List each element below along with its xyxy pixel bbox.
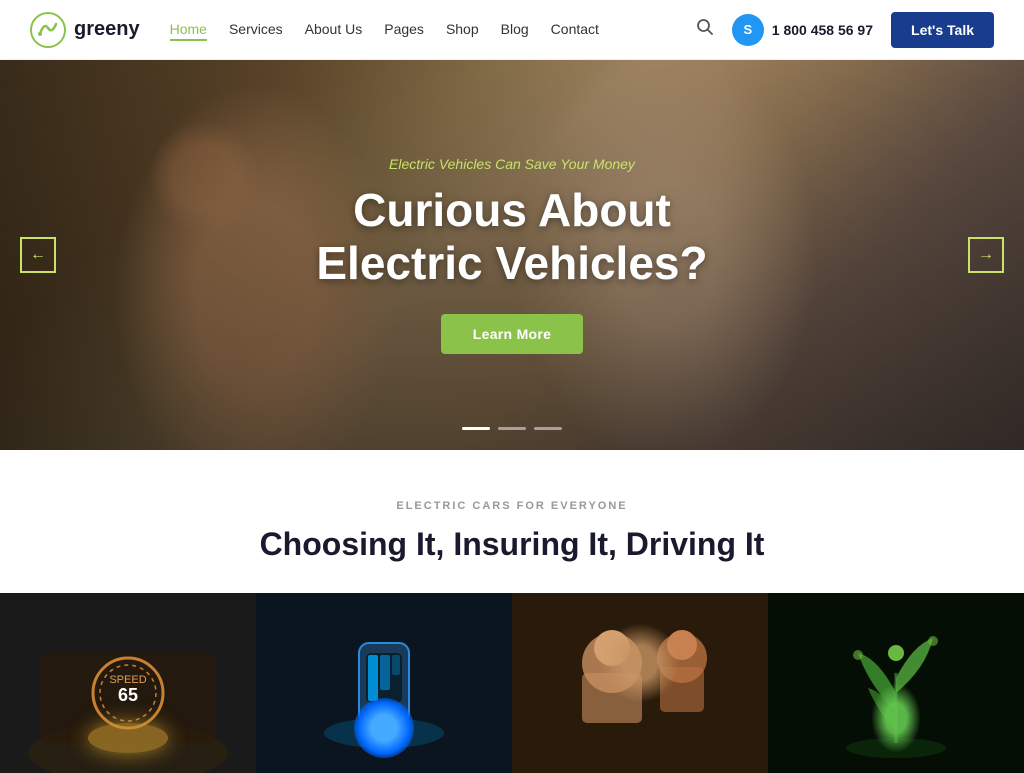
card-4-visual <box>768 593 1024 773</box>
section-title: Choosing It, Insuring It, Driving It <box>30 526 994 563</box>
nav-item-contact[interactable]: Contact <box>551 21 599 39</box>
logo[interactable]: greeny <box>30 12 140 48</box>
card-2-visual <box>256 593 512 773</box>
hero-prev-button[interactable]: ← <box>20 237 56 273</box>
card-insuring[interactable] <box>256 593 512 773</box>
nav-item-about[interactable]: About Us <box>305 21 363 39</box>
hero-learn-more-button[interactable]: Learn More <box>441 314 583 354</box>
dot-2[interactable] <box>498 427 526 430</box>
nav-item-services[interactable]: Services <box>229 21 283 39</box>
lets-talk-button[interactable]: Let's Talk <box>891 12 994 48</box>
cards-row: SPEED 65 <box>0 593 1024 773</box>
phone-number: 1 800 458 56 97 <box>772 22 873 38</box>
card-eco[interactable] <box>768 593 1024 773</box>
nav-item-blog[interactable]: Blog <box>501 21 529 39</box>
svg-text:65: 65 <box>118 685 138 705</box>
nav-item-pages[interactable]: Pages <box>384 21 424 39</box>
logo-text: greeny <box>74 18 140 41</box>
section-label: ELECTRIC CARS FOR EVERYONE <box>30 500 994 512</box>
hero-section: ← Electric Vehicles Can Save Your Money … <box>0 60 1024 450</box>
dot-3[interactable] <box>534 427 562 430</box>
hero-title: Curious About Electric Vehicles? <box>316 184 707 290</box>
hero-content: Electric Vehicles Can Save Your Money Cu… <box>316 156 707 354</box>
nav-item-home[interactable]: Home <box>170 21 207 39</box>
phone-area: S 1 800 458 56 97 <box>732 14 873 46</box>
navbar: greeny Home Services About Us Pages Shop… <box>0 0 1024 60</box>
nav-left: greeny Home Services About Us Pages Shop… <box>30 12 599 48</box>
nav-right: S 1 800 458 56 97 Let's Talk <box>696 12 994 48</box>
nav-links: Home Services About Us Pages Shop Blog C… <box>170 21 599 39</box>
card-3-visual <box>512 593 768 773</box>
search-icon[interactable] <box>696 18 714 41</box>
hero-dots <box>462 427 562 430</box>
card-driving[interactable] <box>512 593 768 773</box>
logo-icon <box>30 12 66 48</box>
nav-item-shop[interactable]: Shop <box>446 21 479 39</box>
electric-cars-section: ELECTRIC CARS FOR EVERYONE Choosing It, … <box>0 450 1024 563</box>
card-choosing[interactable]: SPEED 65 <box>0 593 256 773</box>
hero-next-button[interactable]: → <box>968 237 1004 273</box>
card-1-visual: SPEED 65 <box>0 593 256 773</box>
dot-1[interactable] <box>462 427 490 430</box>
hero-eyebrow: Electric Vehicles Can Save Your Money <box>316 156 707 172</box>
phone-avatar: S <box>732 14 764 46</box>
